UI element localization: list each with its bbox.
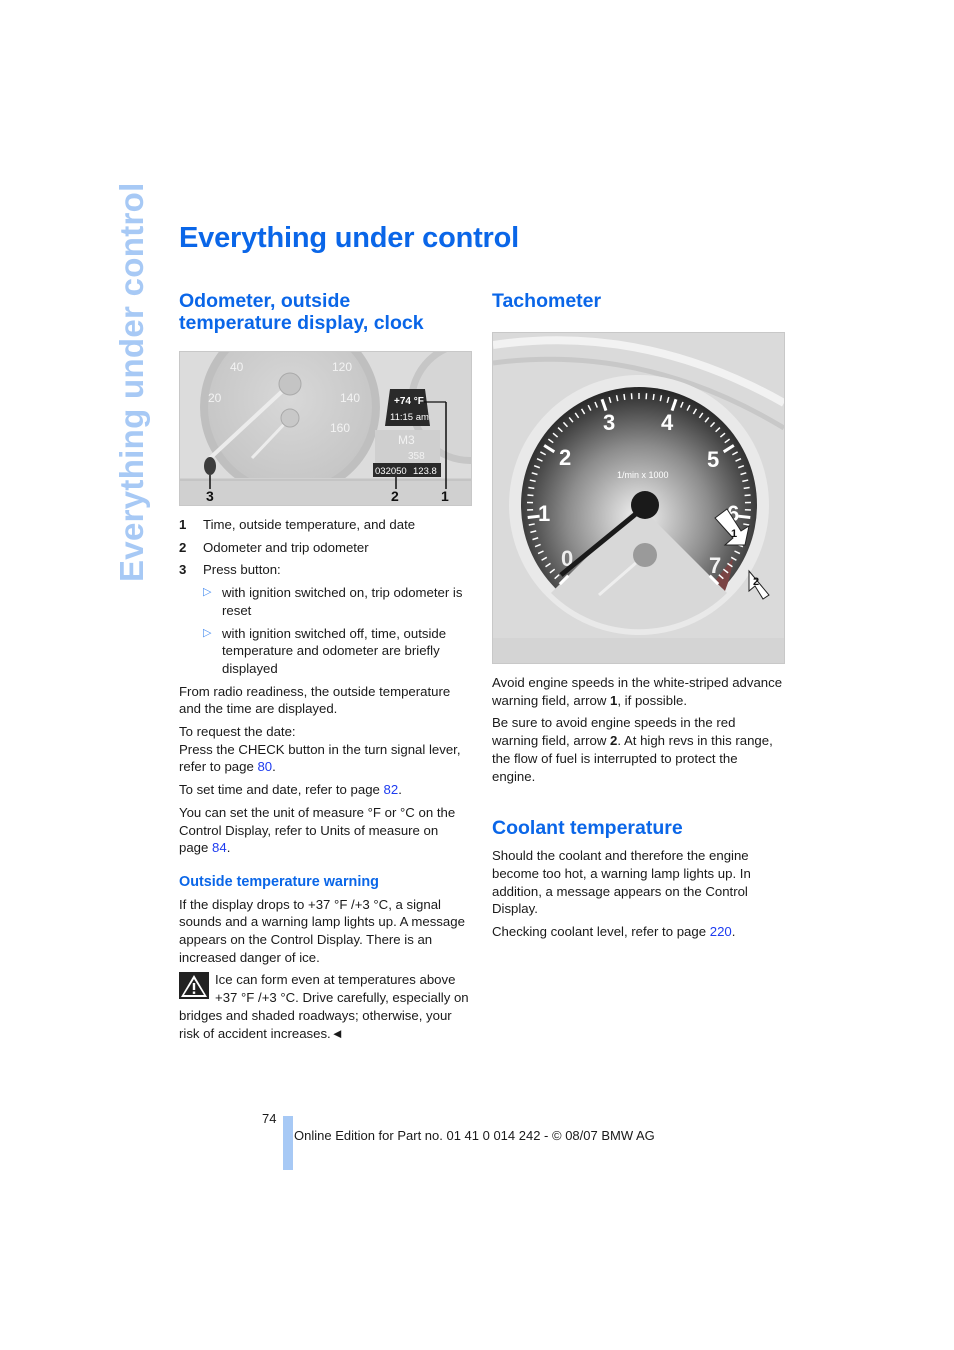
tach-tick <box>528 486 535 490</box>
tach-tick <box>743 523 750 526</box>
callout-1: 1 <box>441 488 449 504</box>
subheading-temperature-warning: Outside temperature warning <box>179 873 379 890</box>
paragraph-date-intro: To request the date: <box>179 724 296 740</box>
tach-needle-hub <box>631 491 659 519</box>
bullet-text: with ignition switched on, trip odometer… <box>222 585 463 618</box>
bullet-list: ▷ with ignition switched on, trip odomete… <box>179 584 471 678</box>
bullet-item: ▷ with ignition switched on, trip odomete… <box>203 584 471 619</box>
callout-3: 3 <box>206 488 214 504</box>
speedo-tick-40: 40 <box>230 360 244 374</box>
tach-tick <box>623 393 626 401</box>
speedo-tick-140: 140 <box>340 391 360 405</box>
item-number: 1 <box>179 517 187 532</box>
page-title: Everything under control <box>179 222 520 254</box>
bullet-text: with ignition switched off, time, outsid… <box>222 625 447 676</box>
list-item: 2 Odometer and trip odometer <box>179 539 471 557</box>
callout-2: 2 <box>391 488 399 504</box>
page-link-82[interactable]: 82 <box>384 782 399 797</box>
tach-tick <box>652 393 655 401</box>
tach-scale-3: 3 <box>603 410 615 435</box>
page-link-80[interactable]: 80 <box>257 759 272 774</box>
tach-tick <box>738 514 751 520</box>
callout-arrow-2: 2 <box>753 576 759 588</box>
callout-arrow-1: 1 <box>731 528 737 540</box>
display-temperature: +74 °F <box>394 396 424 407</box>
text: Checking coolant level, refer to page <box>492 924 710 940</box>
tach-scale-1: 1 <box>538 501 550 526</box>
section-heading-coolant: Coolant temperature <box>492 817 683 840</box>
display-model: M3 <box>398 433 415 447</box>
caution-text: Ice can form even at temperatures above … <box>179 972 469 1041</box>
paragraph-date: To request the date: Press the CHECK but… <box>179 724 461 775</box>
section-heading-tachometer: Tachometer <box>492 290 602 312</box>
page-link-220[interactable]: 220 <box>710 924 732 939</box>
bullet-item: ▷ with ignition switched off, time, outsi… <box>203 625 471 678</box>
item-text: Press button: <box>203 562 281 578</box>
paragraph-radio: From radio readiness, the outside temper… <box>179 683 451 717</box>
paragraph-temperature-warning: If the display drops to +37 °F /+3 °C, a… <box>179 896 465 965</box>
tach-tick <box>528 523 535 526</box>
warning-triangle-icon <box>179 972 209 1000</box>
right-column: Tachometer 0 1 2 3 4 5 6 7 1/min x 1000 <box>492 290 785 941</box>
display-odometer: 032050 <box>375 466 407 477</box>
section-heading-odometer: Odometer, outside temperature display, c… <box>179 290 424 334</box>
trip-reset-button <box>204 457 216 475</box>
display-trip: 123.8 <box>413 466 437 477</box>
paragraph-coolant: Should the coolant and therefore the eng… <box>492 848 751 917</box>
paragraph-units: You can set the unit of measure °F or °C… <box>179 804 456 856</box>
speedo-tick-20: 20 <box>208 391 222 405</box>
tach-scale-5: 5 <box>707 447 719 472</box>
paragraph-set-time: To set time and date, refer to page 82. <box>179 782 402 798</box>
item-text: Odometer and trip odometer <box>203 539 369 555</box>
left-column: Odometer, outside temperature display, c… <box>179 290 472 1042</box>
side-tab-label: Everything under control <box>113 182 150 582</box>
tach-tick <box>527 494 534 497</box>
text: , if possible. <box>617 692 687 708</box>
speedo-tick-160: 160 <box>330 421 350 435</box>
tach-scale-7: 7 <box>709 553 721 578</box>
tach-tick <box>744 494 751 497</box>
item-text: Time, outside temperature, and date <box>203 517 416 532</box>
list-item: 1 Time, outside temperature, and date <box>179 516 471 534</box>
display-range: 358 <box>408 451 425 462</box>
callout-list: 1 Time, outside temperature, and date 2 Od… <box>179 516 471 579</box>
display-time: 11:15 am <box>390 412 429 423</box>
paragraph-red-field: Be sure to avoid engine speeds in the re… <box>492 714 784 785</box>
caution-note: Ice can form even at temperatures above … <box>179 971 471 1042</box>
tachometer-figure: 0 1 2 3 4 5 6 7 1/min x 1000 1 2 <box>492 332 785 664</box>
paragraph-date-text: Press the CHECK button in the turn signa… <box>179 741 461 775</box>
item-number: 2 <box>179 539 187 555</box>
speedo-tick-120: 120 <box>332 360 352 374</box>
triangle-bullet-icon: ▷ <box>203 626 212 639</box>
triangle-bullet-icon: ▷ <box>203 586 212 599</box>
page-link-84[interactable]: 84 <box>212 840 227 855</box>
instrument-cluster-figure: 40 20 120 140 160 +74 °F 11:15 am M3 358… <box>179 351 472 506</box>
paragraph-advance-warning: Avoid engine speeds in the white-striped… <box>492 674 784 709</box>
item-number: 3 <box>179 562 187 578</box>
tachometer-illustration: 0 1 2 3 4 5 6 7 1/min x 1000 1 2 <box>493 333 784 663</box>
tach-scale-4: 4 <box>661 410 674 435</box>
tach-unit-label: 1/min x 1000 <box>617 470 669 480</box>
footer-text: Online Edition for Part no. 01 41 0 014 … <box>294 1128 655 1143</box>
page-number: 74 <box>262 1111 277 1126</box>
instrument-cluster-illustration: 40 20 120 140 160 +74 °F 11:15 am M3 358… <box>180 352 471 505</box>
side-tab: Everything under control <box>112 182 152 582</box>
tach-scale-2: 2 <box>559 445 571 470</box>
tach-tick <box>743 486 750 490</box>
list-item: 3 Press button: <box>179 561 471 579</box>
footer-bar <box>283 1116 293 1170</box>
paragraph-coolant-level: Checking coolant level, refer to page 22… <box>492 924 736 940</box>
paragraph-set-text: To set time and date, refer to page <box>179 782 384 798</box>
